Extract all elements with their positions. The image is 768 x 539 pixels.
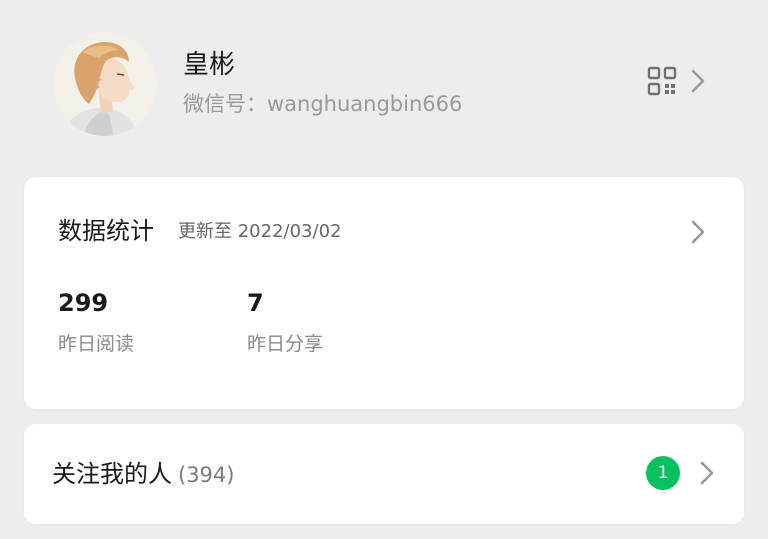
followers-card[interactable]: 关注我的人 (394) 1 [24,424,744,524]
stats-updated-date: 更新至 2022/03/02 [178,221,342,242]
metric-value: 7 [247,289,264,317]
chevron-right-icon[interactable] [688,217,708,247]
stats-title: 数据统计 [58,217,154,245]
metric-label: 昨日阅读 [58,333,135,355]
stats-card[interactable]: 数据统计 更新至 2022/03/02 299 昨日阅读 7 昨日分享 [24,177,744,409]
chevron-right-icon[interactable] [697,458,717,488]
followers-label: 关注我的人 (394) [52,458,234,491]
followers-count: (394) [178,463,235,487]
qr-code-icon[interactable] [646,65,678,97]
avatar-illustration [53,32,157,136]
new-followers-badge: 1 [646,456,680,490]
profile-name: 皇彬 [183,50,236,80]
avatar[interactable] [53,32,157,136]
metric-yesterday-reads: 299 昨日阅读 [58,287,134,357]
wechat-id: 微信号：wanghuangbin666 [183,92,463,116]
metric-label: 昨日分享 [247,333,324,355]
followers-title: 关注我的人 [52,460,172,488]
metric-value: 299 [58,289,109,317]
chevron-right-icon[interactable] [688,66,708,96]
metric-yesterday-shares: 7 昨日分享 [247,287,323,357]
profile-header[interactable]: 皇彬 微信号：wanghuangbin666 [0,0,768,160]
